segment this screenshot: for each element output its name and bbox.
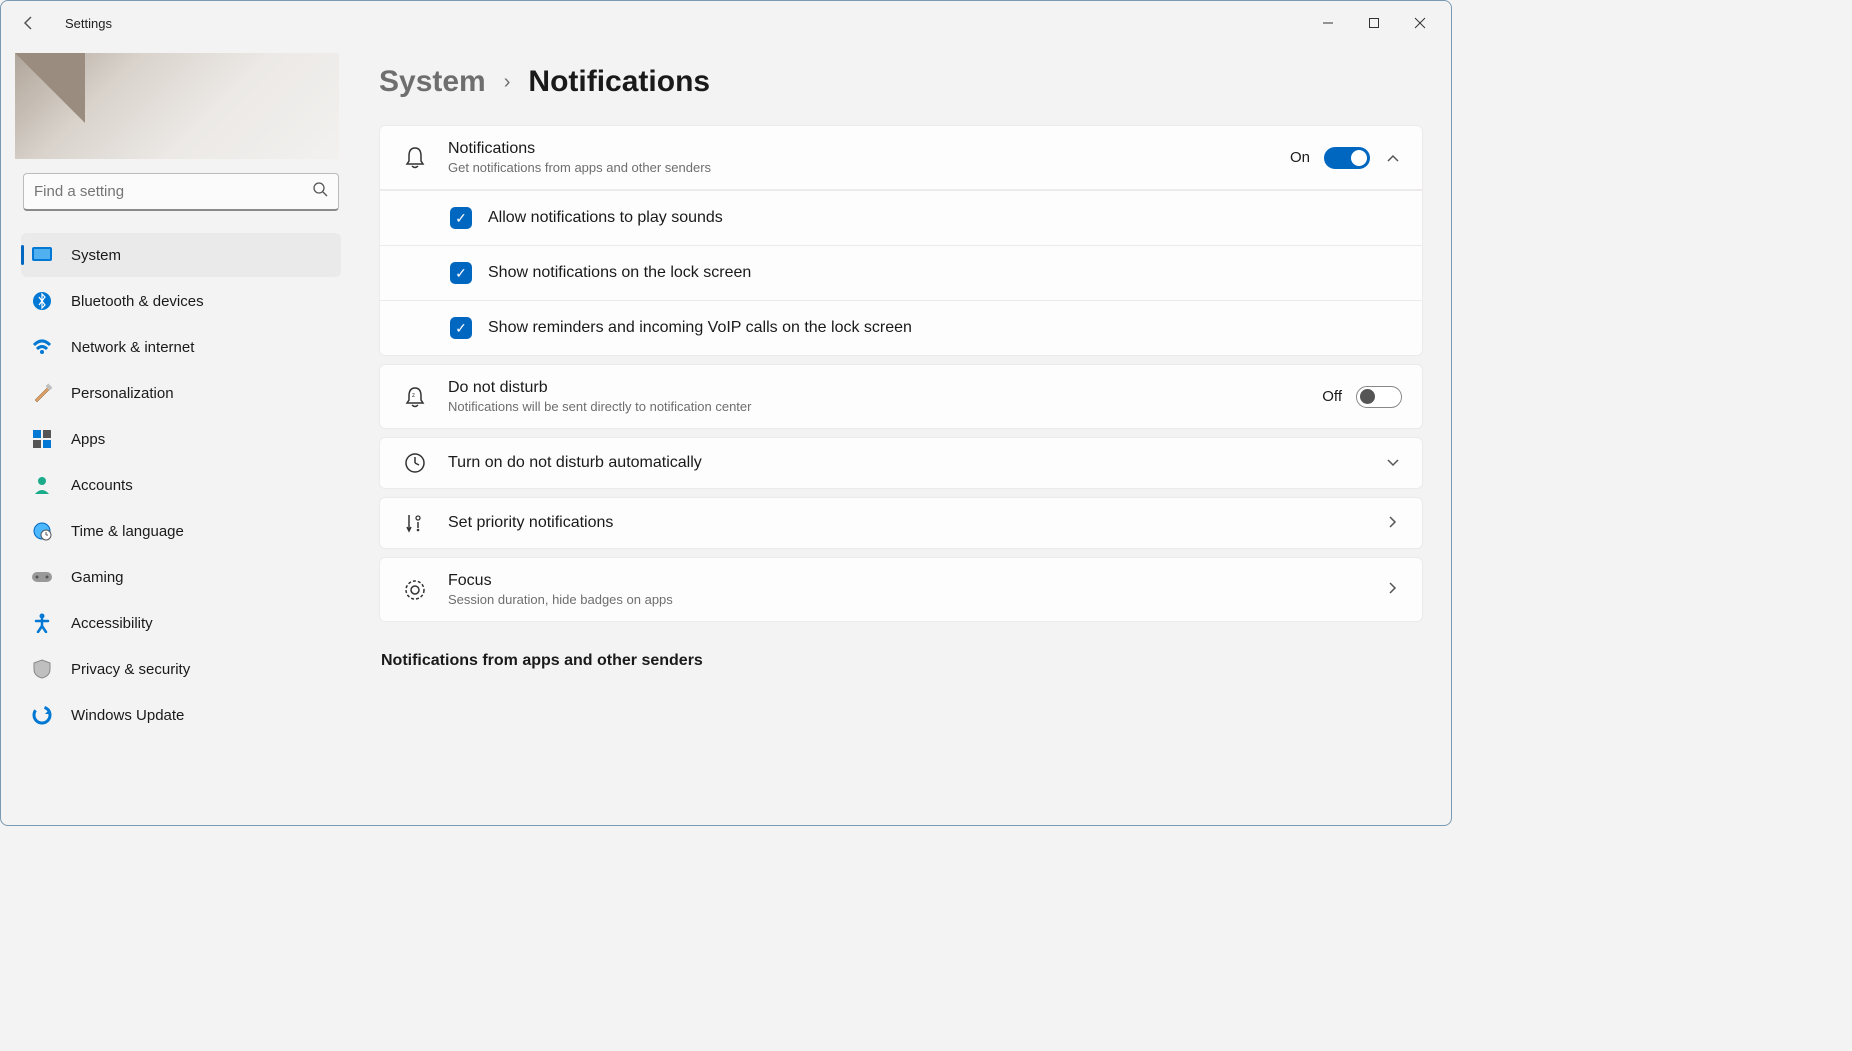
check-lock-screen[interactable]: ✓ Show notifications on the lock screen <box>379 246 1423 301</box>
dnd-subtitle: Notifications will be sent directly to n… <box>448 399 1322 414</box>
apps-section-title: Notifications from apps and other sender… <box>381 652 1423 670</box>
nav-label: Gaming <box>71 569 124 586</box>
user-profile-area[interactable] <box>15 53 339 159</box>
nav-label: Bluetooth & devices <box>71 293 204 310</box>
clock-icon <box>400 452 430 474</box>
maximize-button[interactable] <box>1351 7 1397 39</box>
dnd-row[interactable]: z Do not disturb Notifications will be s… <box>379 364 1423 429</box>
back-button[interactable] <box>9 3 49 43</box>
nav-item-time-language[interactable]: Time & language <box>21 509 341 553</box>
nav-label: Accounts <box>71 477 133 494</box>
nav-label: Apps <box>71 431 105 448</box>
nav-item-accounts[interactable]: Accounts <box>21 463 341 507</box>
nav-label: Time & language <box>71 523 184 540</box>
nav-item-system[interactable]: System <box>21 233 341 277</box>
chevron-up-icon[interactable] <box>1384 150 1402 166</box>
nav-label: System <box>71 247 121 264</box>
notifications-toggle-label: On <box>1290 149 1310 166</box>
chevron-down-icon[interactable] <box>1384 455 1402 471</box>
maximize-icon <box>1368 17 1380 29</box>
main-content: System › Notifications Notifications Get… <box>361 45 1451 825</box>
shield-icon <box>31 658 53 680</box>
system-icon <box>31 244 53 266</box>
svg-text:z: z <box>412 393 415 399</box>
nav-item-privacy[interactable]: Privacy & security <box>21 647 341 691</box>
minimize-icon <box>1322 17 1334 29</box>
update-icon <box>31 704 53 726</box>
dnd-toggle[interactable] <box>1356 386 1402 408</box>
nav-label: Accessibility <box>71 615 153 632</box>
chevron-right-icon <box>1384 515 1402 532</box>
breadcrumb-current: Notifications <box>528 65 710 99</box>
nav-item-gaming[interactable]: Gaming <box>21 555 341 599</box>
check-label: Allow notifications to play sounds <box>488 209 723 227</box>
wifi-icon <box>31 336 53 358</box>
nav-item-network[interactable]: Network & internet <box>21 325 341 369</box>
nav-label: Privacy & security <box>71 661 190 678</box>
check-allow-sounds[interactable]: ✓ Allow notifications to play sounds <box>379 190 1423 246</box>
breadcrumb-parent[interactable]: System <box>379 65 486 99</box>
breadcrumb: System › Notifications <box>379 65 1423 99</box>
dnd-auto-title: Turn on do not disturb automatically <box>448 454 1384 472</box>
close-button[interactable] <box>1397 7 1443 39</box>
focus-subtitle: Session duration, hide badges on apps <box>448 592 1384 607</box>
nav-item-bluetooth[interactable]: Bluetooth & devices <box>21 279 341 323</box>
nav-list: System Bluetooth & devices Network & int… <box>13 233 349 737</box>
notifications-subtitle: Get notifications from apps and other se… <box>448 160 1290 175</box>
dnd-toggle-label: Off <box>1322 388 1342 405</box>
nav-item-accessibility[interactable]: Accessibility <box>21 601 341 645</box>
apps-icon <box>31 428 53 450</box>
dnd-title: Do not disturb <box>448 379 1322 397</box>
focus-icon <box>400 579 430 601</box>
bell-icon <box>400 146 430 170</box>
notifications-title: Notifications <box>448 140 1290 158</box>
nav-item-windows-update[interactable]: Windows Update <box>21 693 341 737</box>
priority-row[interactable]: Set priority notifications <box>379 497 1423 549</box>
titlebar: Settings <box>1 1 1451 45</box>
nav-item-personalization[interactable]: Personalization <box>21 371 341 415</box>
checkbox-checked-icon[interactable]: ✓ <box>450 317 472 339</box>
paintbrush-icon <box>31 382 53 404</box>
search-box[interactable] <box>23 173 339 211</box>
globe-clock-icon <box>31 520 53 542</box>
nav-label: Network & internet <box>71 339 194 356</box>
person-icon <box>31 474 53 496</box>
search-input[interactable] <box>34 183 312 200</box>
notifications-group: Notifications Get notifications from app… <box>379 125 1423 356</box>
window-controls <box>1305 7 1443 39</box>
priority-icon <box>400 512 430 534</box>
focus-title: Focus <box>448 572 1384 590</box>
minimize-button[interactable] <box>1305 7 1351 39</box>
close-icon <box>1414 17 1426 29</box>
notifications-row[interactable]: Notifications Get notifications from app… <box>379 125 1423 190</box>
nav-label: Windows Update <box>71 707 184 724</box>
dnd-icon: z <box>400 386 430 408</box>
search-icon <box>312 181 328 202</box>
accessibility-icon <box>31 612 53 634</box>
nav-label: Personalization <box>71 385 174 402</box>
bluetooth-icon <box>31 290 53 312</box>
chevron-right-icon <box>1384 581 1402 598</box>
arrow-left-icon <box>21 15 37 31</box>
chevron-right-icon: › <box>504 71 511 94</box>
dnd-auto-row[interactable]: Turn on do not disturb automatically <box>379 437 1423 489</box>
priority-title: Set priority notifications <box>448 514 1384 532</box>
app-title: Settings <box>65 16 112 31</box>
focus-row[interactable]: Focus Session duration, hide badges on a… <box>379 557 1423 622</box>
gamepad-icon <box>31 566 53 588</box>
check-label: Show reminders and incoming VoIP calls o… <box>488 319 912 337</box>
checkbox-checked-icon[interactable]: ✓ <box>450 262 472 284</box>
checkbox-checked-icon[interactable]: ✓ <box>450 207 472 229</box>
sidebar: System Bluetooth & devices Network & int… <box>1 45 361 825</box>
notifications-toggle[interactable] <box>1324 147 1370 169</box>
check-label: Show notifications on the lock screen <box>488 264 751 282</box>
nav-item-apps[interactable]: Apps <box>21 417 341 461</box>
check-reminders-voip[interactable]: ✓ Show reminders and incoming VoIP calls… <box>379 301 1423 356</box>
